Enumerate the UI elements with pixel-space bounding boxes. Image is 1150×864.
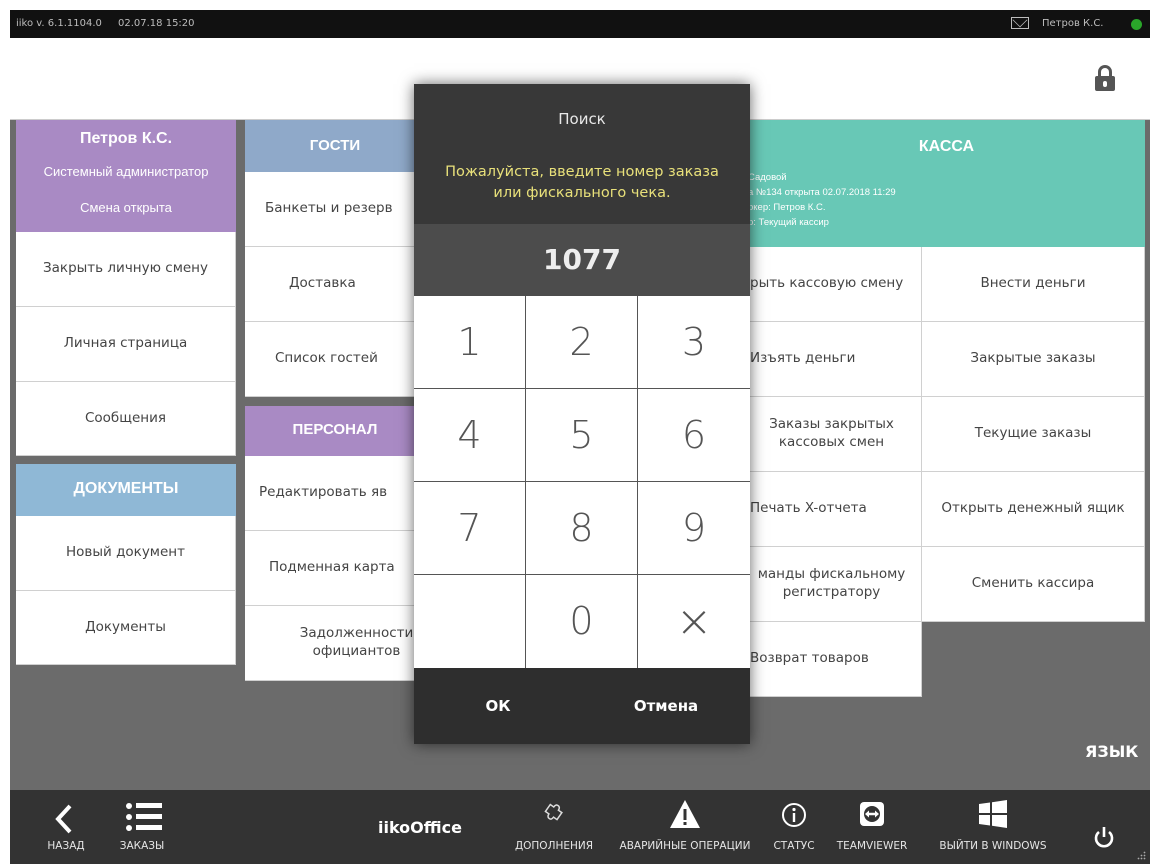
staff-header: ПЕРСОНАЛ	[245, 406, 425, 456]
key-7[interactable]: 7	[414, 482, 526, 575]
deposit-money-button[interactable]: Внести деньги	[922, 247, 1145, 322]
lock-icon[interactable]	[1095, 65, 1115, 91]
back-button[interactable]: НАЗАД	[38, 790, 94, 864]
windows-icon	[979, 800, 1007, 828]
numeric-keypad: 1 2 3 4 5 6 7 8 9 0 ×	[414, 296, 750, 668]
teamviewer-label: TEAMVIEWER	[836, 840, 908, 852]
search-dialog: Поиск Пожалуйста, введите номер заказа и…	[414, 84, 750, 744]
version-label: iiko v. 6.1.1104.0	[16, 18, 102, 29]
guests-title: ГОСТИ	[309, 137, 361, 154]
x-report-button[interactable]: Печать X-отчета	[748, 472, 922, 547]
banquets-button[interactable]: Банкеты и резерв	[245, 172, 425, 247]
exit-windows-label: ВЫЙТИ В WINDOWS	[939, 840, 1047, 852]
back-label: НАЗАД	[47, 840, 85, 852]
key-0[interactable]: 0	[526, 575, 638, 668]
staff-title: ПЕРСОНАЛ	[292, 421, 378, 438]
key-1[interactable]: 1	[414, 296, 526, 389]
info-icon	[782, 803, 806, 827]
order-number-input[interactable]: 1077	[414, 224, 750, 296]
key-empty	[414, 575, 526, 668]
closed-orders-button[interactable]: Закрытые заказы	[922, 322, 1145, 397]
emergency-operations-label: АВАРИЙНЫЕ ОПЕРАЦИИ	[619, 840, 751, 852]
status-button[interactable]: СТАТУС	[766, 790, 822, 864]
kassa-info-line: а №134 открыта 02.07.2018 11:29	[748, 187, 896, 198]
guest-list-button[interactable]: Список гостей	[245, 322, 425, 397]
waiter-debts-button[interactable]: Задолженности официантов	[245, 606, 425, 681]
key-5[interactable]: 5	[526, 389, 638, 482]
documents-button[interactable]: Документы	[16, 591, 236, 665]
closed-shift-orders-button[interactable]: Заказы закрытых кассовых смен	[748, 397, 922, 472]
addons-label: ДОПОЛНЕНИЯ	[514, 840, 594, 852]
close-personal-shift-button[interactable]: Закрыть личную смену	[16, 232, 236, 307]
cancel-button[interactable]: Отмена	[582, 668, 750, 744]
bottom-toolbar: НАЗАД ЗАКАЗЫ iikoOffice ДОПОЛНЕНИЯ АВАРИ…	[10, 790, 1150, 864]
orders-button[interactable]: ЗАКАЗЫ	[114, 790, 170, 864]
key-3[interactable]: 3	[638, 296, 750, 389]
current-orders-button[interactable]: Текущие заказы	[922, 397, 1145, 472]
ok-button[interactable]: ОК	[414, 668, 582, 744]
status-label: СТАТУС	[773, 840, 815, 852]
new-document-button[interactable]: Новый документ	[16, 516, 236, 591]
mail-icon[interactable]	[1011, 17, 1029, 29]
personal-page-button[interactable]: Личная страница	[16, 307, 236, 382]
cash-register-header: КАССА Садовой а №134 открыта 02.07.2018 …	[748, 120, 1145, 247]
online-status-icon	[1131, 19, 1142, 30]
user-role: Системный администратор	[43, 164, 209, 179]
teamviewer-button[interactable]: TEAMVIEWER	[832, 790, 912, 864]
warning-icon	[670, 800, 700, 828]
kassa-info-line: Садовой	[748, 172, 787, 183]
backspace-icon[interactable]: ×	[638, 575, 750, 668]
fiscal-commands-button[interactable]: манды фискальному регистратору	[748, 547, 922, 622]
kassa-info-line: ркер: Петров К.С.	[748, 202, 826, 213]
current-user-label: Петров К.С.	[1042, 18, 1104, 29]
addons-button[interactable]: ДОПОЛНЕНИЯ	[504, 790, 604, 864]
datetime-label: 02.07.18 15:20	[118, 18, 195, 29]
withdraw-money-button[interactable]: Изъять деньги	[748, 322, 922, 397]
edit-attendance-button[interactable]: Редактировать яв	[245, 456, 425, 531]
shift-status: Смена открыта	[80, 200, 172, 215]
user-panel-header: Петров К.С. Системный администратор Смен…	[16, 120, 236, 232]
close-cash-shift-button[interactable]: рыть кассовую смену	[748, 247, 922, 322]
user-name: Петров К.С.	[79, 130, 173, 147]
dialog-title: Поиск	[558, 110, 606, 128]
exit-windows-button[interactable]: ВЫЙТИ В WINDOWS	[928, 790, 1058, 864]
resize-grip-icon[interactable]	[1136, 850, 1146, 860]
documents-header: ДОКУМЕНТЫ	[16, 464, 236, 516]
key-4[interactable]: 4	[414, 389, 526, 482]
teamviewer-icon	[860, 802, 884, 826]
key-6[interactable]: 6	[638, 389, 750, 482]
key-9[interactable]: 9	[638, 482, 750, 575]
emergency-operations-button[interactable]: АВАРИЙНЫЕ ОПЕРАЦИИ	[612, 790, 758, 864]
kassa-info-line: р: Текущий кассир	[748, 217, 829, 228]
substitute-card-button[interactable]: Подменная карта	[245, 531, 425, 606]
messages-button[interactable]: Сообщения	[16, 382, 236, 456]
language-button[interactable]: ЯЗЫК	[1085, 742, 1138, 761]
cash-register-title: КАССА	[918, 138, 975, 155]
delivery-button[interactable]: Доставка	[245, 247, 425, 322]
documents-title: ДОКУМЕНТЫ	[73, 480, 179, 497]
puzzle-icon	[544, 803, 563, 821]
orders-label: ЗАКАЗЫ	[119, 840, 165, 852]
app-window: iiko v. 6.1.1104.0 02.07.18 15:20 Петров…	[10, 10, 1150, 864]
iikooffice-button[interactable]: iikoOffice	[378, 818, 462, 837]
change-cashier-button[interactable]: Сменить кассира	[922, 547, 1145, 622]
chevron-left-icon	[55, 804, 72, 834]
return-goods-button[interactable]: Возврат товаров	[748, 622, 922, 697]
open-cash-drawer-button[interactable]: Открыть денежный ящик	[922, 472, 1145, 547]
dialog-message: Пожалуйста, введите номер заказа или фис…	[445, 164, 719, 202]
list-icon	[126, 803, 162, 831]
power-icon[interactable]	[1093, 826, 1115, 848]
key-8[interactable]: 8	[526, 482, 638, 575]
key-2[interactable]: 2	[526, 296, 638, 389]
dialog-footer: ОК Отмена	[414, 668, 750, 744]
guests-header: ГОСТИ	[245, 120, 425, 172]
status-bar: iiko v. 6.1.1104.0 02.07.18 15:20 Петров…	[10, 10, 1150, 38]
